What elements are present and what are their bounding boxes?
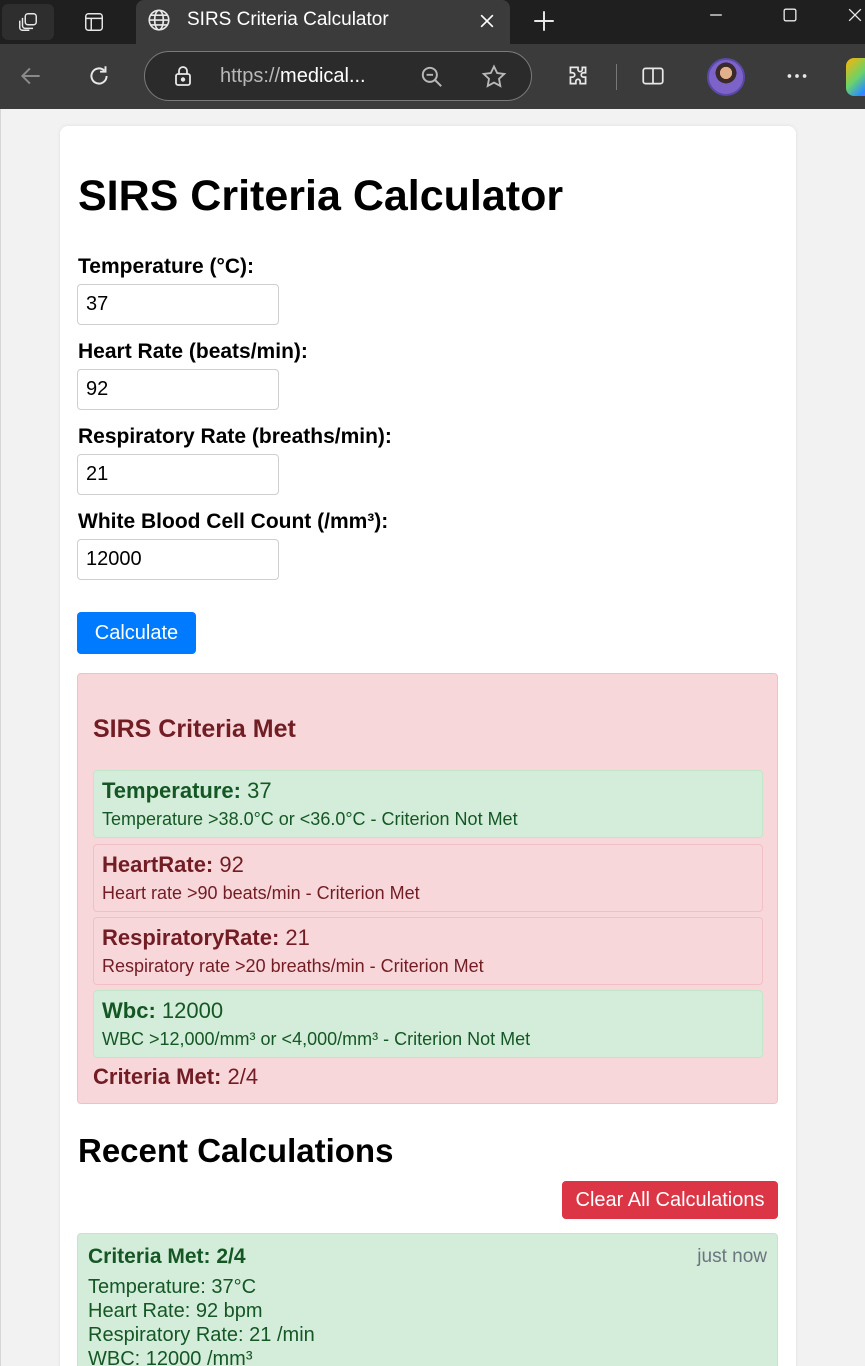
criterion-description: WBC >12,000/mm³ or <4,000/mm³ - Criterio… (102, 1029, 531, 1049)
vertical-tabs-icon[interactable] (68, 4, 120, 40)
result-panel: SIRS Criteria Met Temperature: 37 Temper… (77, 673, 778, 1104)
close-window-icon[interactable] (835, 0, 865, 30)
heart-rate-input[interactable] (77, 369, 279, 410)
zoom-out-icon[interactable] (419, 64, 445, 90)
split-screen-icon[interactable] (636, 59, 670, 93)
criterion-value: 12000 (161, 998, 224, 1023)
history-timestamp: just now (697, 1246, 767, 1267)
refresh-icon[interactable] (82, 59, 116, 93)
close-tab-icon[interactable] (474, 8, 500, 34)
toolbar-divider (616, 64, 617, 90)
history-title: Criteria Met: 2/4 (88, 1245, 246, 1268)
page-viewport: SIRS Criteria Calculator Temperature (°C… (0, 109, 865, 1366)
favorite-star-icon[interactable] (480, 63, 508, 91)
history-heart-rate: Heart Rate: 92 bpm (88, 1300, 263, 1322)
history-item: Criteria Met: 2/4 just now Temperature: … (77, 1233, 778, 1366)
wbc-input[interactable] (77, 539, 279, 580)
criterion-heart-rate: HeartRate: 92 Heart rate >90 beats/min -… (93, 844, 763, 912)
url-text[interactable]: https://medical... (220, 65, 366, 88)
criterion-name: Wbc: (102, 998, 156, 1023)
tab-bar: SIRS Criteria Calculator (0, 0, 865, 44)
more-options-icon[interactable] (780, 59, 814, 93)
globe-icon (148, 9, 170, 31)
criterion-name: HeartRate: (102, 852, 214, 877)
criterion-name: RespiratoryRate: (102, 925, 280, 950)
summary-value: 2/4 (227, 1064, 259, 1089)
back-icon[interactable] (14, 59, 48, 93)
criterion-temperature: Temperature: 37 Temperature >38.0°C or <… (93, 770, 763, 838)
calculate-button[interactable]: Calculate (77, 612, 196, 654)
history-temperature: Temperature: 37°C (88, 1276, 257, 1298)
temperature-input[interactable] (77, 284, 279, 325)
calculator-card: SIRS Criteria Calculator Temperature (°C… (60, 126, 796, 1366)
criterion-name: Temperature: (102, 778, 241, 803)
criterion-value: 92 (219, 852, 244, 877)
page-title: SIRS Criteria Calculator (78, 172, 564, 220)
workspaces-icon[interactable] (2, 4, 54, 40)
extensions-icon[interactable] (561, 59, 595, 93)
lock-icon[interactable] (171, 64, 195, 88)
temperature-label: Temperature (°C): (78, 255, 255, 278)
new-tab-icon[interactable] (528, 5, 560, 37)
address-bar[interactable]: https://medical... (144, 51, 532, 101)
respiratory-rate-input[interactable] (77, 454, 279, 495)
criterion-value: 21 (285, 925, 310, 950)
tab-active[interactable]: SIRS Criteria Calculator (136, 0, 510, 44)
copilot-icon[interactable] (846, 58, 865, 96)
criterion-wbc: Wbc: 12000 WBC >12,000/mm³ or <4,000/mm³… (93, 990, 763, 1058)
criterion-description: Respiratory rate >20 breaths/min - Crite… (102, 956, 484, 976)
heart-rate-label: Heart Rate (beats/min): (78, 340, 308, 363)
criteria-met-summary: Criteria Met: 2/4 (93, 1064, 258, 1090)
criterion-description: Temperature >38.0°C or <36.0°C - Criteri… (102, 809, 518, 829)
criterion-value: 37 (247, 778, 272, 803)
clear-all-button[interactable]: Clear All Calculations (562, 1181, 778, 1219)
respiratory-rate-label: Respiratory Rate (breaths/min): (78, 425, 392, 448)
wbc-label: White Blood Cell Count (/mm³): (78, 510, 389, 533)
history-respiratory-rate: Respiratory Rate: 21 /min (88, 1324, 315, 1346)
criterion-respiratory-rate: RespiratoryRate: 21 Respiratory rate >20… (93, 917, 763, 985)
history-wbc: WBC: 12000 /mm³ (88, 1348, 253, 1366)
summary-label: Criteria Met: (93, 1064, 222, 1089)
tab-title: SIRS Criteria Calculator (187, 9, 389, 30)
criterion-description: Heart rate >90 beats/min - Criterion Met (102, 883, 420, 903)
maximize-icon[interactable] (770, 0, 810, 30)
result-title: SIRS Criteria Met (93, 715, 296, 743)
profile-avatar[interactable] (707, 58, 745, 96)
minimize-icon[interactable] (696, 0, 736, 30)
recent-calculations-heading: Recent Calculations (78, 1132, 394, 1169)
